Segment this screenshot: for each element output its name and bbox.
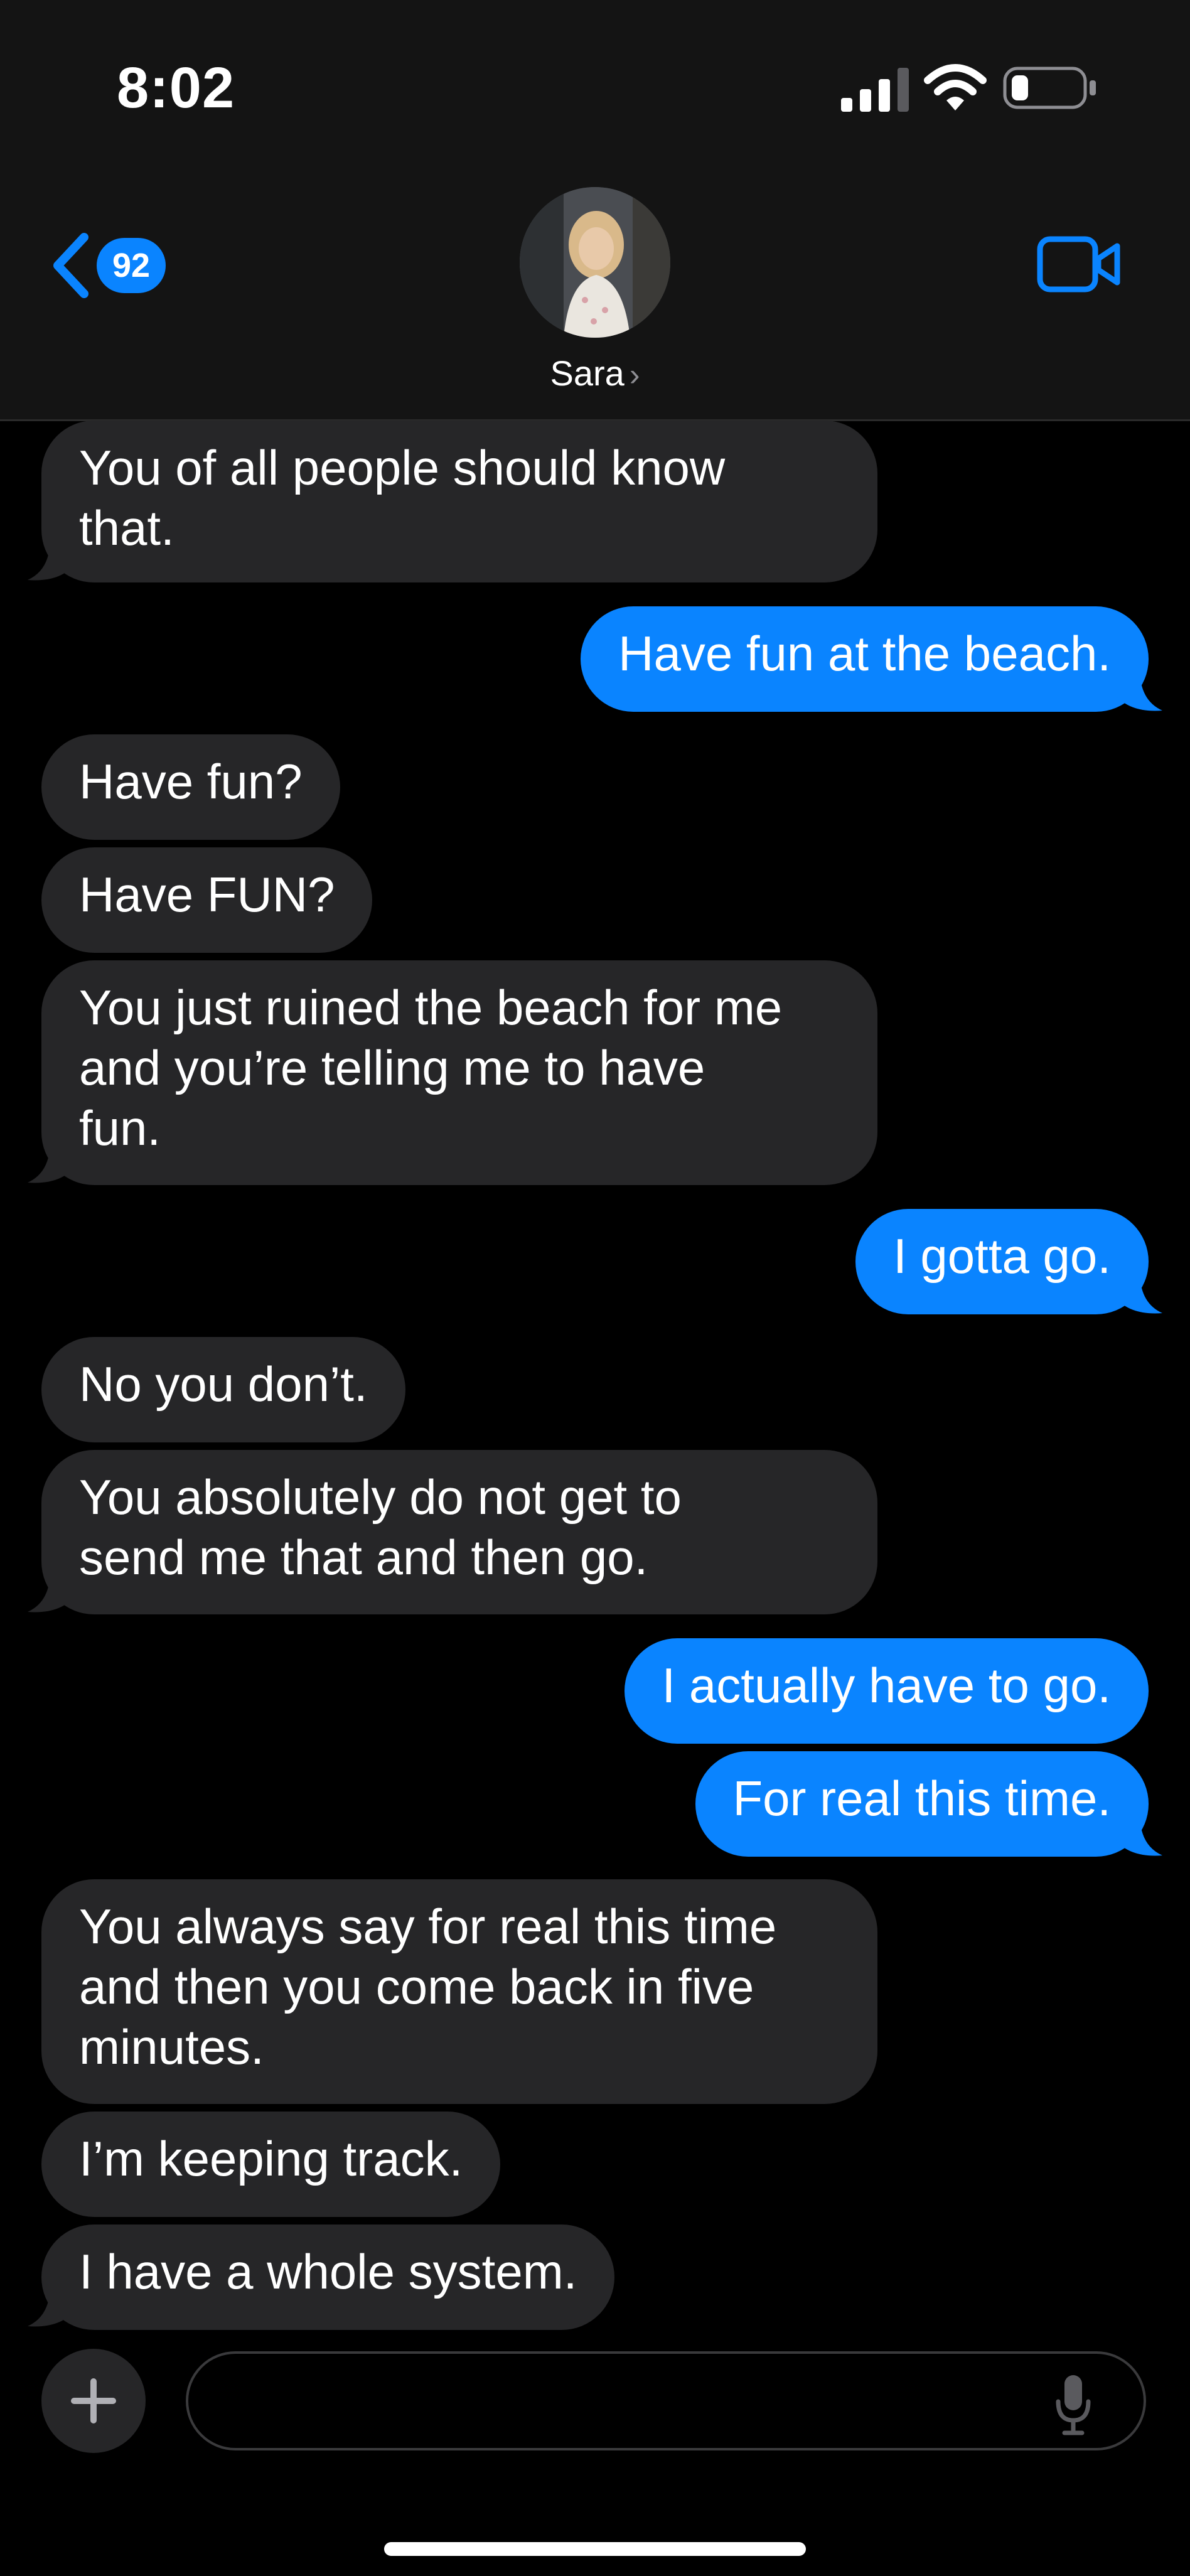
message-bubble-outgoing: For real this time. bbox=[695, 1751, 1149, 1857]
compose-bar bbox=[0, 2341, 1190, 2576]
outgoing-bubble-tail bbox=[1115, 1814, 1162, 1856]
back-chevron-icon[interactable] bbox=[49, 232, 93, 299]
message-text: send me that and then go. bbox=[79, 1530, 648, 1585]
message-text: No you don’t. bbox=[79, 1356, 368, 1412]
message-bubble-incoming: You absolutely do not get to send me tha… bbox=[41, 1450, 877, 1614]
outgoing-bubble-tail bbox=[1115, 669, 1162, 711]
contact-name: Sara bbox=[550, 353, 624, 393]
message-text: I actually have to go. bbox=[662, 1658, 1111, 1713]
unread-count-badge[interactable]: 92 bbox=[97, 238, 166, 293]
incoming-bubble-tail bbox=[28, 1141, 75, 1183]
add-attachment-button[interactable] bbox=[41, 2349, 146, 2453]
message-text: I’m keeping track. bbox=[79, 2131, 463, 2186]
contact-name-button[interactable]: Sara › bbox=[0, 353, 1190, 394]
message-bubble-incoming: I have a whole system. bbox=[41, 2224, 615, 2330]
avatar-photo bbox=[520, 187, 670, 338]
message-text: I have a whole system. bbox=[79, 2244, 577, 2299]
message-bubble-outgoing: I gotta go. bbox=[855, 1209, 1149, 1314]
message-text: I gotta go. bbox=[893, 1228, 1111, 1284]
message-text: You always say for real this time bbox=[79, 1899, 777, 1954]
video-camera-icon[interactable] bbox=[1037, 236, 1122, 292]
message-bubble-outgoing: I actually have to go. bbox=[624, 1638, 1149, 1744]
incoming-bubble-tail bbox=[28, 539, 75, 581]
conversation-header: 8:02 92 Sara › bbox=[0, 0, 1190, 421]
message-text: and then you come back in five bbox=[79, 1959, 754, 2014]
cellular-signal-icon bbox=[841, 68, 909, 112]
microphone-icon[interactable] bbox=[1054, 2374, 1092, 2437]
wifi-icon bbox=[924, 64, 987, 110]
message-bubble-outgoing: Have fun at the beach. bbox=[581, 606, 1149, 712]
message-bubble-incoming: You just ruined the beach for me and you… bbox=[41, 960, 877, 1185]
message-text: For real this time. bbox=[732, 1771, 1111, 1826]
contact-avatar[interactable] bbox=[520, 187, 670, 338]
message-text: and you’re telling me to have bbox=[79, 1040, 705, 1095]
message-text: Have fun? bbox=[79, 754, 303, 809]
message-input[interactable] bbox=[186, 2351, 1146, 2450]
battery-icon bbox=[1003, 67, 1096, 109]
outgoing-bubble-tail bbox=[1115, 1272, 1162, 1314]
message-text: Have fun at the beach. bbox=[618, 626, 1111, 681]
incoming-bubble-tail bbox=[28, 2285, 75, 2327]
message-bubble-incoming: Have FUN? bbox=[41, 847, 373, 953]
message-text: that. bbox=[79, 500, 174, 555]
message-text: You absolutely do not get to bbox=[79, 1469, 682, 1525]
chevron-right-icon: › bbox=[629, 357, 640, 392]
message-text: You of all people should know bbox=[79, 440, 726, 495]
message-bubble-incoming: Have fun? bbox=[41, 734, 340, 840]
message-thread: You of all people should know that. Have… bbox=[0, 421, 1190, 2341]
message-text: Have FUN? bbox=[79, 867, 335, 922]
message-bubble-incoming: No you don’t. bbox=[41, 1337, 405, 1442]
incoming-bubble-tail bbox=[28, 1570, 75, 1613]
message-bubble-incoming: You of all people should know that. bbox=[41, 421, 877, 582]
status-time: 8:02 bbox=[117, 56, 235, 120]
message-bubble-incoming: You always say for real this time and th… bbox=[41, 1879, 877, 2104]
message-text: You just ruined the beach for me bbox=[79, 980, 783, 1035]
message-text: minutes. bbox=[79, 2019, 264, 2074]
home-indicator[interactable] bbox=[384, 2542, 806, 2556]
message-text: fun. bbox=[79, 1100, 161, 1156]
plus-icon bbox=[71, 2378, 116, 2423]
message-bubble-incoming: I’m keeping track. bbox=[41, 2112, 501, 2217]
